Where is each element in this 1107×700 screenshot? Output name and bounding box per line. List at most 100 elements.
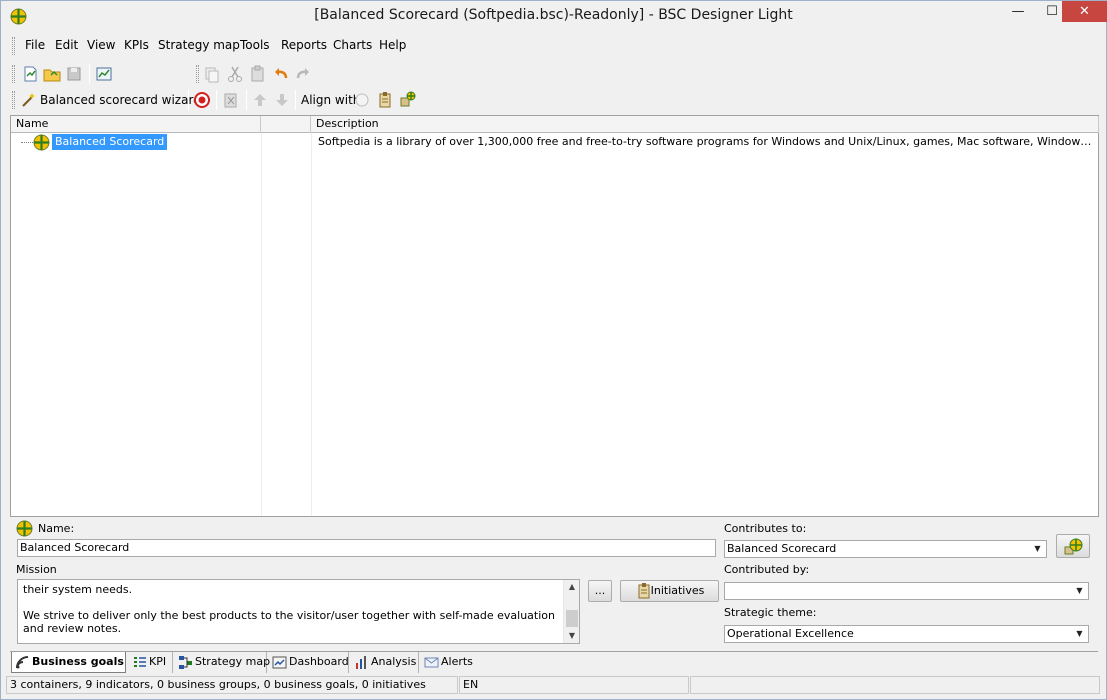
delete-item-icon[interactable] <box>220 89 242 111</box>
copy-icon[interactable] <box>201 63 223 85</box>
contributed-by-label: Contributed by: <box>724 563 810 576</box>
title-bar[interactable]: [Balanced Scorecard (Softpedia.bsc)-Read… <box>1 1 1107 32</box>
toolbar-separator <box>188 90 189 110</box>
goals-tree-grid[interactable]: Name Description Balanced Scorecard Soft… <box>10 115 1099 517</box>
initiatives-button[interactable]: Initiatives <box>620 580 719 602</box>
business-goals-icon <box>15 655 30 670</box>
tab-strategy-map[interactable]: Strategy map <box>175 652 271 673</box>
alerts-icon <box>424 655 439 670</box>
toolbar-grip-3 <box>12 91 15 109</box>
tab-business-goals[interactable]: Business goals <box>11 652 126 673</box>
menu-file[interactable]: File <box>25 38 45 52</box>
strategic-theme-select[interactable]: Operational Excellence ▼ <box>724 625 1089 643</box>
tab-label: Business goals <box>32 655 124 668</box>
window-title: [Balanced Scorecard (Softpedia.bsc)-Read… <box>314 7 793 23</box>
status-language: EN <box>459 676 689 694</box>
initiatives-label: Initiatives <box>650 584 705 597</box>
move-up-icon[interactable] <box>249 89 271 111</box>
save-icon[interactable] <box>63 63 85 85</box>
wizard-wand-icon[interactable] <box>18 89 40 111</box>
mission-text: their system needs. We strive to deliver… <box>23 583 555 635</box>
tab-label: Dashboard <box>289 655 349 668</box>
name-field[interactable]: Balanced Scorecard <box>17 539 716 557</box>
dropdown-arrow-icon[interactable]: ▼ <box>1072 584 1087 598</box>
strategic-theme-value: Operational Excellence <box>727 627 854 640</box>
toolbar-grip <box>12 65 15 83</box>
redo-icon[interactable] <box>292 63 314 85</box>
mission-textarea[interactable]: their system needs. We strive to deliver… <box>17 579 580 644</box>
select-goal-button[interactable] <box>1056 534 1090 558</box>
initiatives-clipboard-icon <box>637 583 651 599</box>
mission-scrollbar[interactable]: ▲ ▼ <box>563 580 579 643</box>
menu-kpis[interactable]: KPIs <box>124 38 149 52</box>
scorecard-toolbar: Balanced scorecard wizard Align with: <box>10 87 1098 113</box>
menu-strategy-map[interactable]: Strategy map <box>158 38 240 52</box>
move-down-icon[interactable] <box>271 89 293 111</box>
scroll-down-icon[interactable]: ▼ <box>564 629 580 643</box>
status-bar: 3 containers, 9 indicators, 0 business g… <box>6 675 1102 695</box>
close-button[interactable]: ✕ <box>1062 1 1107 22</box>
view-tabs: Business goals KPI Strategy map Dashboar… <box>10 651 1098 673</box>
contributed-by-select[interactable]: ▼ <box>724 582 1089 600</box>
tab-label: Alerts <box>441 655 473 668</box>
analysis-icon <box>354 655 369 670</box>
scroll-up-icon[interactable]: ▲ <box>564 580 580 594</box>
dropdown-arrow-icon[interactable]: ▼ <box>1030 542 1045 556</box>
minimize-button[interactable]: — <box>1001 1 1035 22</box>
tab-kpi[interactable]: KPI <box>129 652 173 673</box>
menu-view[interactable]: View <box>87 38 115 52</box>
tab-label: Analysis <box>371 655 417 668</box>
column-header-blank[interactable] <box>261 116 311 133</box>
dropdown-arrow-icon[interactable]: ▼ <box>1072 627 1087 641</box>
business-goal-icon <box>33 134 50 151</box>
tree-connector <box>21 142 33 143</box>
app-window: [Balanced Scorecard (Softpedia.bsc)-Read… <box>0 0 1107 700</box>
wizard-button[interactable]: Balanced scorecard wizard <box>40 93 201 107</box>
toolbar-separator <box>216 90 217 110</box>
mission-ellipsis-button[interactable]: ... <box>588 580 612 602</box>
column-header-name[interactable]: Name <box>11 116 261 133</box>
undo-icon[interactable] <box>270 63 292 85</box>
tab-label: KPI <box>149 655 167 668</box>
menu-help[interactable]: Help <box>379 38 406 52</box>
properties-panel: Name: Balanced Scorecard Mission their s… <box>10 518 1099 650</box>
strategic-theme-label: Strategic theme: <box>724 606 817 619</box>
toolbar-separator <box>246 90 247 110</box>
column-divider <box>261 133 262 516</box>
tab-analysis[interactable]: Analysis <box>351 652 419 673</box>
contributes-to-select[interactable]: Balanced Scorecard ▼ <box>724 540 1047 558</box>
menu-edit[interactable]: Edit <box>55 38 78 52</box>
align-circle-icon[interactable] <box>351 89 373 111</box>
row-name-cell[interactable]: Balanced Scorecard <box>52 134 168 150</box>
menu-tools[interactable]: Tools <box>240 38 270 52</box>
new-file-icon[interactable] <box>19 63 41 85</box>
row-description-cell[interactable]: Softpedia is a library of over 1,300,000… <box>318 134 1093 150</box>
tab-alerts[interactable]: Alerts <box>421 652 476 673</box>
contributes-to-label: Contributes to: <box>724 522 807 535</box>
toolbar-separator <box>89 64 90 84</box>
name-label: Name: <box>38 522 75 535</box>
cut-icon[interactable] <box>224 63 246 85</box>
clipboard-icon[interactable] <box>374 89 396 111</box>
menu-charts[interactable]: Charts <box>333 38 372 52</box>
chart-icon[interactable] <box>93 63 115 85</box>
target-icon[interactable] <box>191 89 213 111</box>
menu-bar: File Edit View KPIs Strategy map Tools R… <box>10 34 1098 56</box>
grid-header: Name Description <box>11 116 1099 133</box>
tab-label: Strategy map <box>195 655 271 668</box>
contributes-to-value: Balanced Scorecard <box>727 542 837 555</box>
paste-icon[interactable] <box>247 63 269 85</box>
status-extra <box>690 676 1100 694</box>
table-row[interactable]: Balanced Scorecard Softpedia is a librar… <box>11 134 1098 151</box>
toolbar-grip-2 <box>196 65 199 83</box>
open-folder-icon[interactable] <box>41 63 63 85</box>
strategy-map-icon <box>178 655 193 670</box>
scroll-thumb[interactable] <box>566 610 578 627</box>
mission-label: Mission <box>16 563 57 576</box>
menu-reports[interactable]: Reports <box>281 38 327 52</box>
status-summary: 3 containers, 9 indicators, 0 business g… <box>6 676 458 694</box>
tab-dashboard[interactable]: Dashboard <box>269 652 349 673</box>
align-goals-icon[interactable] <box>397 89 419 111</box>
column-header-description[interactable]: Description <box>311 116 1099 133</box>
toolbar-separator <box>295 90 296 110</box>
